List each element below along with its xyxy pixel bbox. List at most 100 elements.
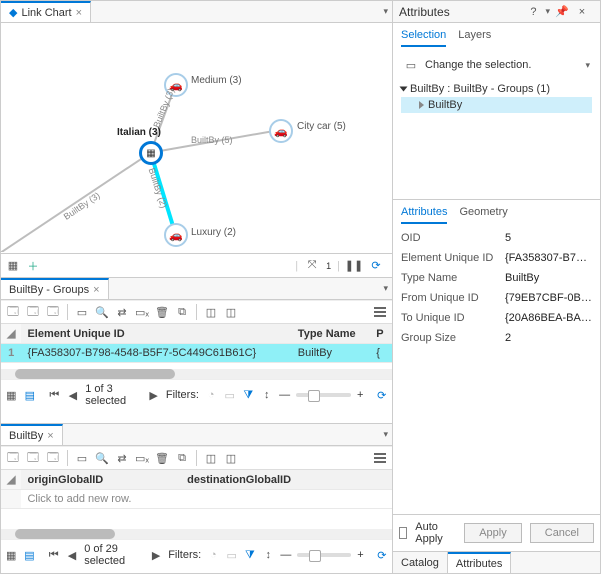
tool-b-icon[interactable]: ◫ [223,450,239,466]
link-chart-canvas[interactable]: 🚗 Medium (3) ▦ Italian (3) 🚗 City car (5… [1,23,392,253]
row-num[interactable]: 1 [1,344,21,363]
col-type-name[interactable]: Type Name [292,324,370,344]
cell-p[interactable]: { [370,344,392,363]
next-icon[interactable]: ▶ [147,387,160,403]
collapse-icon[interactable] [400,87,408,92]
copy-icon[interactable]: ⧉ [174,450,190,466]
attr-val[interactable]: 5 [505,232,592,244]
select-icon[interactable]: ▭ [74,304,90,320]
zoom-extent-icon[interactable]: ⤧ [304,258,320,274]
subtab-geometry[interactable]: Geometry [459,206,507,224]
dropdown-icon[interactable]: ▾ [545,6,550,17]
attr-val[interactable]: 2 [505,332,592,344]
expand-icon[interactable] [419,101,424,109]
node-luxury[interactable]: 🚗 [164,223,188,247]
dropdown-icon[interactable]: ▾ [383,429,388,440]
menu-icon[interactable] [372,453,388,463]
attr-val[interactable]: {FA358307-B798-4548-B5F7-5 [505,252,592,264]
node-citycar[interactable]: 🚗 [269,119,293,143]
sort-icon[interactable]: ↕ [261,387,274,403]
first-icon[interactable]: ⏮ [48,547,60,563]
filter-funnel-icon[interactable]: ⧩ [242,387,255,403]
filter-time-icon[interactable]: ◔ [207,547,219,563]
dropdown-icon[interactable]: ▾ [383,283,388,294]
tab-layers[interactable]: Layers [458,29,491,47]
col-element-id[interactable]: Element Unique ID [21,324,291,344]
delete-icon[interactable]: 🗑 [154,304,170,320]
attr-val[interactable]: {79EB7CBF-0BEF-4B9B-8579- [505,292,592,304]
refresh-icon[interactable]: ⟳ [375,387,388,403]
prev-icon[interactable]: ◀ [67,387,80,403]
filter-extent-icon[interactable]: ▭ [223,387,236,403]
col-p[interactable]: P [370,324,392,344]
filter-time-icon[interactable]: ◔ [205,387,218,403]
change-selection-row[interactable]: ▭ Change the selection. ▾ [401,53,592,77]
cell-type[interactable]: BuiltBy [292,344,370,363]
cancel-button[interactable]: Cancel [530,523,594,543]
form-view-icon[interactable]: ▤ [24,387,37,403]
corner-cell[interactable]: ◢ [1,324,21,344]
tab-selection[interactable]: Selection [401,29,446,47]
delete-icon[interactable]: 🗑 [154,450,170,466]
tree-group-row[interactable]: BuiltBy : BuiltBy - Groups (1) [401,81,592,97]
corner-cell[interactable]: ◢ [1,470,21,490]
add-icon[interactable]: ＋ [25,258,41,274]
cell-id[interactable]: {FA358307-B798-4548-B5F7-5C449C61B61C} [21,344,291,363]
table-row-empty[interactable]: Click to add new row. [1,490,392,509]
pause-icon[interactable]: ❚❚ [346,258,362,274]
sort-icon[interactable]: ↕ [262,547,274,563]
first-icon[interactable]: ⏮ [48,387,61,403]
dropdown-icon[interactable]: ▾ [585,60,590,71]
refresh-icon[interactable]: ⟳ [376,547,388,563]
calc-icon[interactable]: 🗔 [45,450,61,466]
table-view-icon[interactable]: ▦ [5,387,18,403]
tab-builtby[interactable]: BuiltBy × [1,424,63,445]
apply-button[interactable]: Apply [464,523,522,543]
close-icon[interactable]: × [574,4,590,20]
empty-hint[interactable]: Click to add new row. [21,490,392,509]
copy-icon[interactable]: ⧉ [174,304,190,320]
close-icon[interactable]: × [93,284,99,296]
prev-icon[interactable]: ◀ [66,547,78,563]
zoom-sel-icon[interactable]: 🔍 [94,304,110,320]
zoom-slider[interactable] [297,553,351,557]
form-view-icon[interactable]: ▤ [23,547,35,563]
tab-catalog[interactable]: Catalog [393,552,448,573]
col-origin[interactable]: originGlobalID [21,470,181,490]
clear-sel-icon[interactable]: ▭ₓ [134,304,150,320]
table-view-icon[interactable]: ▦ [5,547,17,563]
subtab-attributes[interactable]: Attributes [401,206,447,224]
menu-icon[interactable] [372,307,388,317]
pin-icon[interactable]: 📌 [554,4,570,20]
node-italian[interactable]: ▦ [139,141,163,165]
col-dest[interactable]: destinationGlobalID [181,470,392,490]
zoom-slider[interactable] [296,393,351,397]
close-icon[interactable]: × [47,430,53,442]
field-icon[interactable]: 🗔 [5,450,21,466]
next-icon[interactable]: ▶ [150,547,162,563]
tab-linkchart[interactable]: ◆ Link Chart × [1,1,91,22]
attr-val[interactable]: {20A86BEA-BAE4-4F33-B10E [505,312,592,324]
help-icon[interactable]: ? [525,4,541,20]
calc-icon[interactable]: 🗔 [45,304,61,320]
h-scrollbar[interactable] [1,369,392,379]
refresh-icon[interactable]: ⟳ [368,258,384,274]
dropdown-icon[interactable]: ▾ [383,6,388,17]
switch-icon[interactable]: ⇄ [114,450,130,466]
field-icon[interactable]: 🗔 [5,304,21,320]
tab-groups[interactable]: BuiltBy - Groups × [1,278,109,299]
tab-attributes-bottom[interactable]: Attributes [448,552,511,573]
grid-icon[interactable]: ▦ [5,258,21,274]
tree-child-row[interactable]: BuiltBy [401,97,592,113]
close-icon[interactable]: × [76,7,82,19]
add-field-icon[interactable]: 🗔 [25,450,41,466]
select-icon[interactable]: ▭ [74,450,90,466]
tool-b-icon[interactable]: ◫ [223,304,239,320]
auto-apply-checkbox[interactable] [399,527,407,539]
filter-funnel-icon[interactable]: ⧩ [244,547,256,563]
h-scrollbar[interactable] [1,529,392,539]
zoom-sel-icon[interactable]: 🔍 [94,450,110,466]
switch-icon[interactable]: ⇄ [114,304,130,320]
table-row[interactable]: 1 {FA358307-B798-4548-B5F7-5C449C61B61C}… [1,344,392,363]
filter-extent-icon[interactable]: ▭ [226,547,238,563]
